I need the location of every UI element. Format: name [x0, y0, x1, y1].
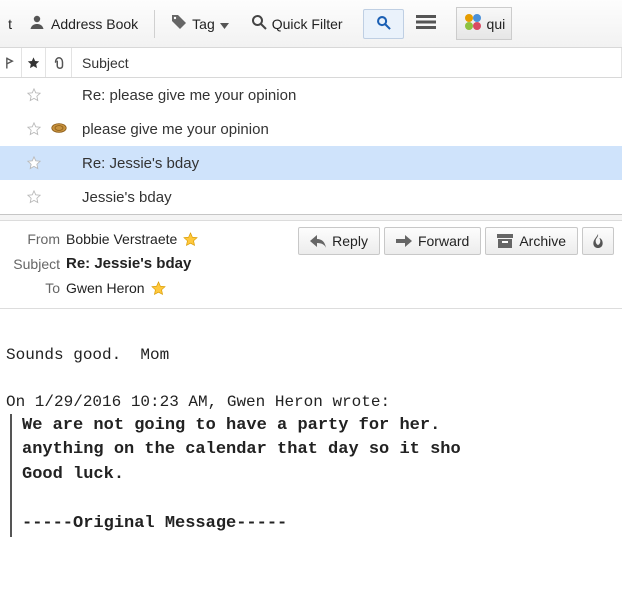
address-book-label: Address Book: [51, 16, 138, 32]
body-context-line: On 1/29/2016 10:23 AM, Gwen Heron wrote:: [6, 393, 390, 411]
message-row[interactable]: Re: Jessie's bday: [0, 146, 622, 180]
junk-button[interactable]: [582, 227, 614, 255]
contact-star-icon[interactable]: [151, 281, 166, 296]
from-label: From: [8, 231, 60, 247]
forward-button[interactable]: Forward: [384, 227, 481, 255]
star-icon[interactable]: [27, 156, 41, 170]
quoted-line: Good luck.: [22, 465, 124, 484]
quoted-line: anything on the calendar that day so it …: [22, 440, 461, 459]
col-starred[interactable]: [22, 48, 46, 77]
body-line: Sounds good. Mom: [6, 346, 169, 364]
reply-label: Reply: [332, 233, 368, 249]
search-icon: [251, 14, 267, 33]
to-label: To: [8, 280, 60, 296]
message-subject: please give me your opinion: [72, 121, 622, 138]
subject-label: Subject: [8, 256, 60, 272]
addon-button[interactable]: qui: [456, 7, 513, 40]
quoted-line: -----Original Message-----: [22, 514, 287, 533]
message-row[interactable]: please give me your opinion: [0, 112, 622, 146]
tag-button[interactable]: Tag: [161, 8, 239, 39]
archive-icon: [497, 234, 513, 248]
separator: [154, 10, 155, 38]
tag-icon: [171, 14, 187, 33]
search-icon: [376, 17, 391, 33]
message-list: Re: please give me your opinion please g…: [0, 78, 622, 215]
star-icon[interactable]: [27, 190, 41, 204]
forward-icon: [396, 234, 412, 248]
col-thread[interactable]: [0, 48, 22, 77]
address-book-icon: [28, 13, 46, 34]
flame-icon: [590, 234, 606, 248]
quick-filter-label: Quick Filter: [272, 16, 343, 32]
addon-icon: [463, 12, 483, 35]
subject-value: Re: Jessie's bday: [66, 255, 191, 272]
toolbar-item-trunc[interactable]: t: [4, 16, 16, 32]
star-icon[interactable]: [27, 88, 41, 102]
message-subject: Re: Jessie's bday: [72, 155, 622, 172]
from-value[interactable]: Bobbie Verstraete: [66, 231, 177, 247]
col-attachment[interactable]: [46, 48, 72, 77]
contact-star-icon[interactable]: [183, 232, 198, 247]
addon-label: qui: [487, 16, 506, 32]
message-body: Sounds good. Mom On 1/29/2016 10:23 AM, …: [0, 308, 622, 560]
message-row[interactable]: Re: please give me your opinion: [0, 78, 622, 112]
address-book-button[interactable]: Address Book: [18, 7, 148, 40]
dropdown-caret-icon: [220, 16, 229, 32]
menu-icon: [416, 12, 436, 35]
message-actions: Reply Forward Archive: [298, 227, 614, 255]
message-header-pane: Reply Forward Archive From Bobbie Verstr…: [0, 221, 622, 308]
search-button[interactable]: [363, 9, 404, 39]
reply-icon: [310, 234, 326, 248]
col-subject[interactable]: Subject: [72, 48, 622, 77]
message-subject: Re: please give me your opinion: [72, 87, 622, 104]
tag-label: Tag: [192, 16, 215, 32]
quoted-block: We are not going to have a party for her…: [10, 414, 616, 537]
column-headers: Subject: [0, 48, 622, 78]
col-subject-label: Subject: [82, 55, 129, 71]
attachment-icon: [51, 121, 67, 137]
archive-label: Archive: [519, 233, 566, 249]
to-value[interactable]: Gwen Heron: [66, 280, 145, 296]
forward-label: Forward: [418, 233, 469, 249]
app-menu-button[interactable]: [406, 6, 446, 41]
main-toolbar: t Address Book Tag Quick Filter: [0, 0, 622, 48]
message-row[interactable]: Jessie's bday: [0, 180, 622, 214]
quick-filter-button[interactable]: Quick Filter: [241, 8, 353, 39]
archive-button[interactable]: Archive: [485, 227, 578, 255]
reply-button[interactable]: Reply: [298, 227, 380, 255]
message-subject: Jessie's bday: [72, 189, 622, 206]
star-icon[interactable]: [27, 122, 41, 136]
quoted-line: We are not going to have a party for her…: [22, 416, 440, 435]
